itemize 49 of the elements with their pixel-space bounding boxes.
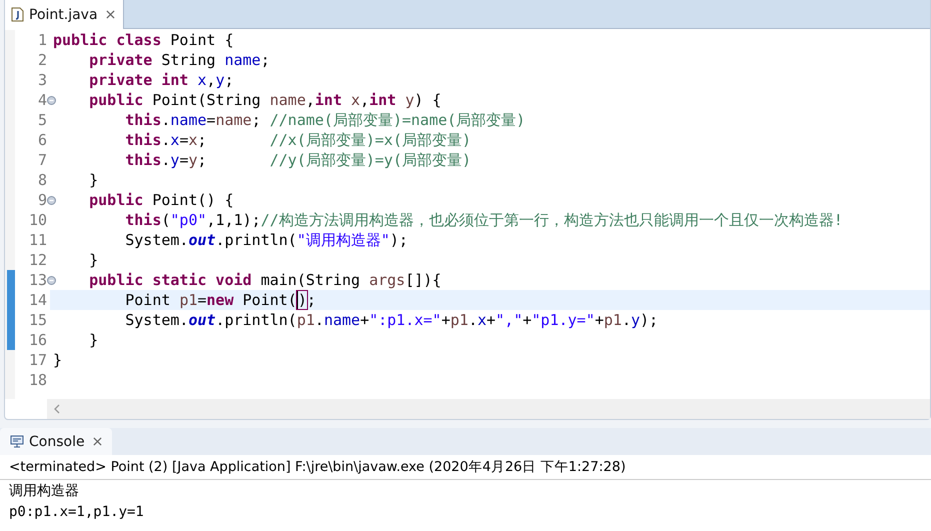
scroll-left-icon[interactable] — [53, 404, 60, 414]
code-line: public Point(String name,int x,int y) { — [88, 90, 442, 110]
code-line: Point p1=new Point(); — [124, 290, 316, 310]
line-number: 12 — [28, 251, 47, 269]
collapse-icon[interactable] — [47, 196, 56, 205]
collapse-icon[interactable] — [47, 96, 56, 105]
line-number: 17 — [28, 351, 47, 369]
code-line: System.out.println("调用构造器"); — [124, 230, 408, 250]
line-number: 15 — [28, 311, 47, 329]
close-icon[interactable] — [106, 10, 115, 19]
line-number: 18 — [28, 371, 47, 389]
console-header: <terminated> Point (2) [Java Application] F:\jre\bin\javaw.exe (2020年4月26日 下午1:27:28) — [0, 455, 931, 480]
line-number: 6 — [38, 131, 47, 149]
line-number: 8 — [38, 171, 47, 189]
code-line: } — [88, 330, 98, 350]
code-line: private int x,y; — [88, 70, 234, 90]
line-number: 9 — [38, 191, 47, 209]
collapse-icon[interactable] — [47, 276, 56, 285]
line-number: 16 — [28, 331, 47, 349]
code-line: public static void main(String args[]){ — [88, 270, 442, 290]
console-tab[interactable]: Console — [0, 428, 112, 455]
java-file-icon — [11, 7, 24, 22]
code-line: private String name; — [88, 50, 270, 70]
editor-tab[interactable]: Point.java — [5, 0, 124, 29]
console-output: 调用构造器 — [8, 482, 80, 501]
code-line: public class Point { — [53, 30, 234, 50]
code-line: } — [88, 250, 98, 270]
line-number: 2 — [38, 51, 47, 69]
line-number: 10 — [28, 211, 47, 229]
line-number: 13 — [28, 271, 47, 289]
line-number: 11 — [28, 231, 47, 249]
close-icon[interactable] — [92, 437, 102, 446]
console-icon — [10, 435, 24, 448]
horizontal-scrollbar[interactable] — [47, 399, 930, 419]
line-number: 1 — [38, 31, 47, 49]
line-number: 14 — [28, 291, 47, 309]
line-number: 3 — [38, 71, 47, 89]
line-number: 5 — [38, 111, 47, 129]
line-number: 4 — [38, 91, 47, 109]
code-line: System.out.println(p1.name+":p1.x="+p1.x+","+"p1.y="+p1.y); — [124, 310, 658, 330]
code-line: this.x=x; //x(局部变量)=x(局部变量) — [124, 130, 472, 150]
console-output: p0:p1.x=1,p1.y=1 — [8, 503, 145, 522]
code-line: this.y=y; //y(局部变量)=y(局部变量) — [124, 150, 472, 170]
code-line: this("p0",1,1);//构造方法调用构造器，也必须位于第一行，构造方法也只能调用一个且仅一次构造器! — [124, 210, 843, 230]
code-line: } — [53, 350, 62, 370]
code-line: this.name=name; //name(局部变量)=name(局部变量) — [124, 110, 526, 130]
line-number: 7 — [38, 151, 47, 169]
code-line: } — [88, 170, 98, 190]
code-line: public Point() { — [88, 190, 234, 210]
